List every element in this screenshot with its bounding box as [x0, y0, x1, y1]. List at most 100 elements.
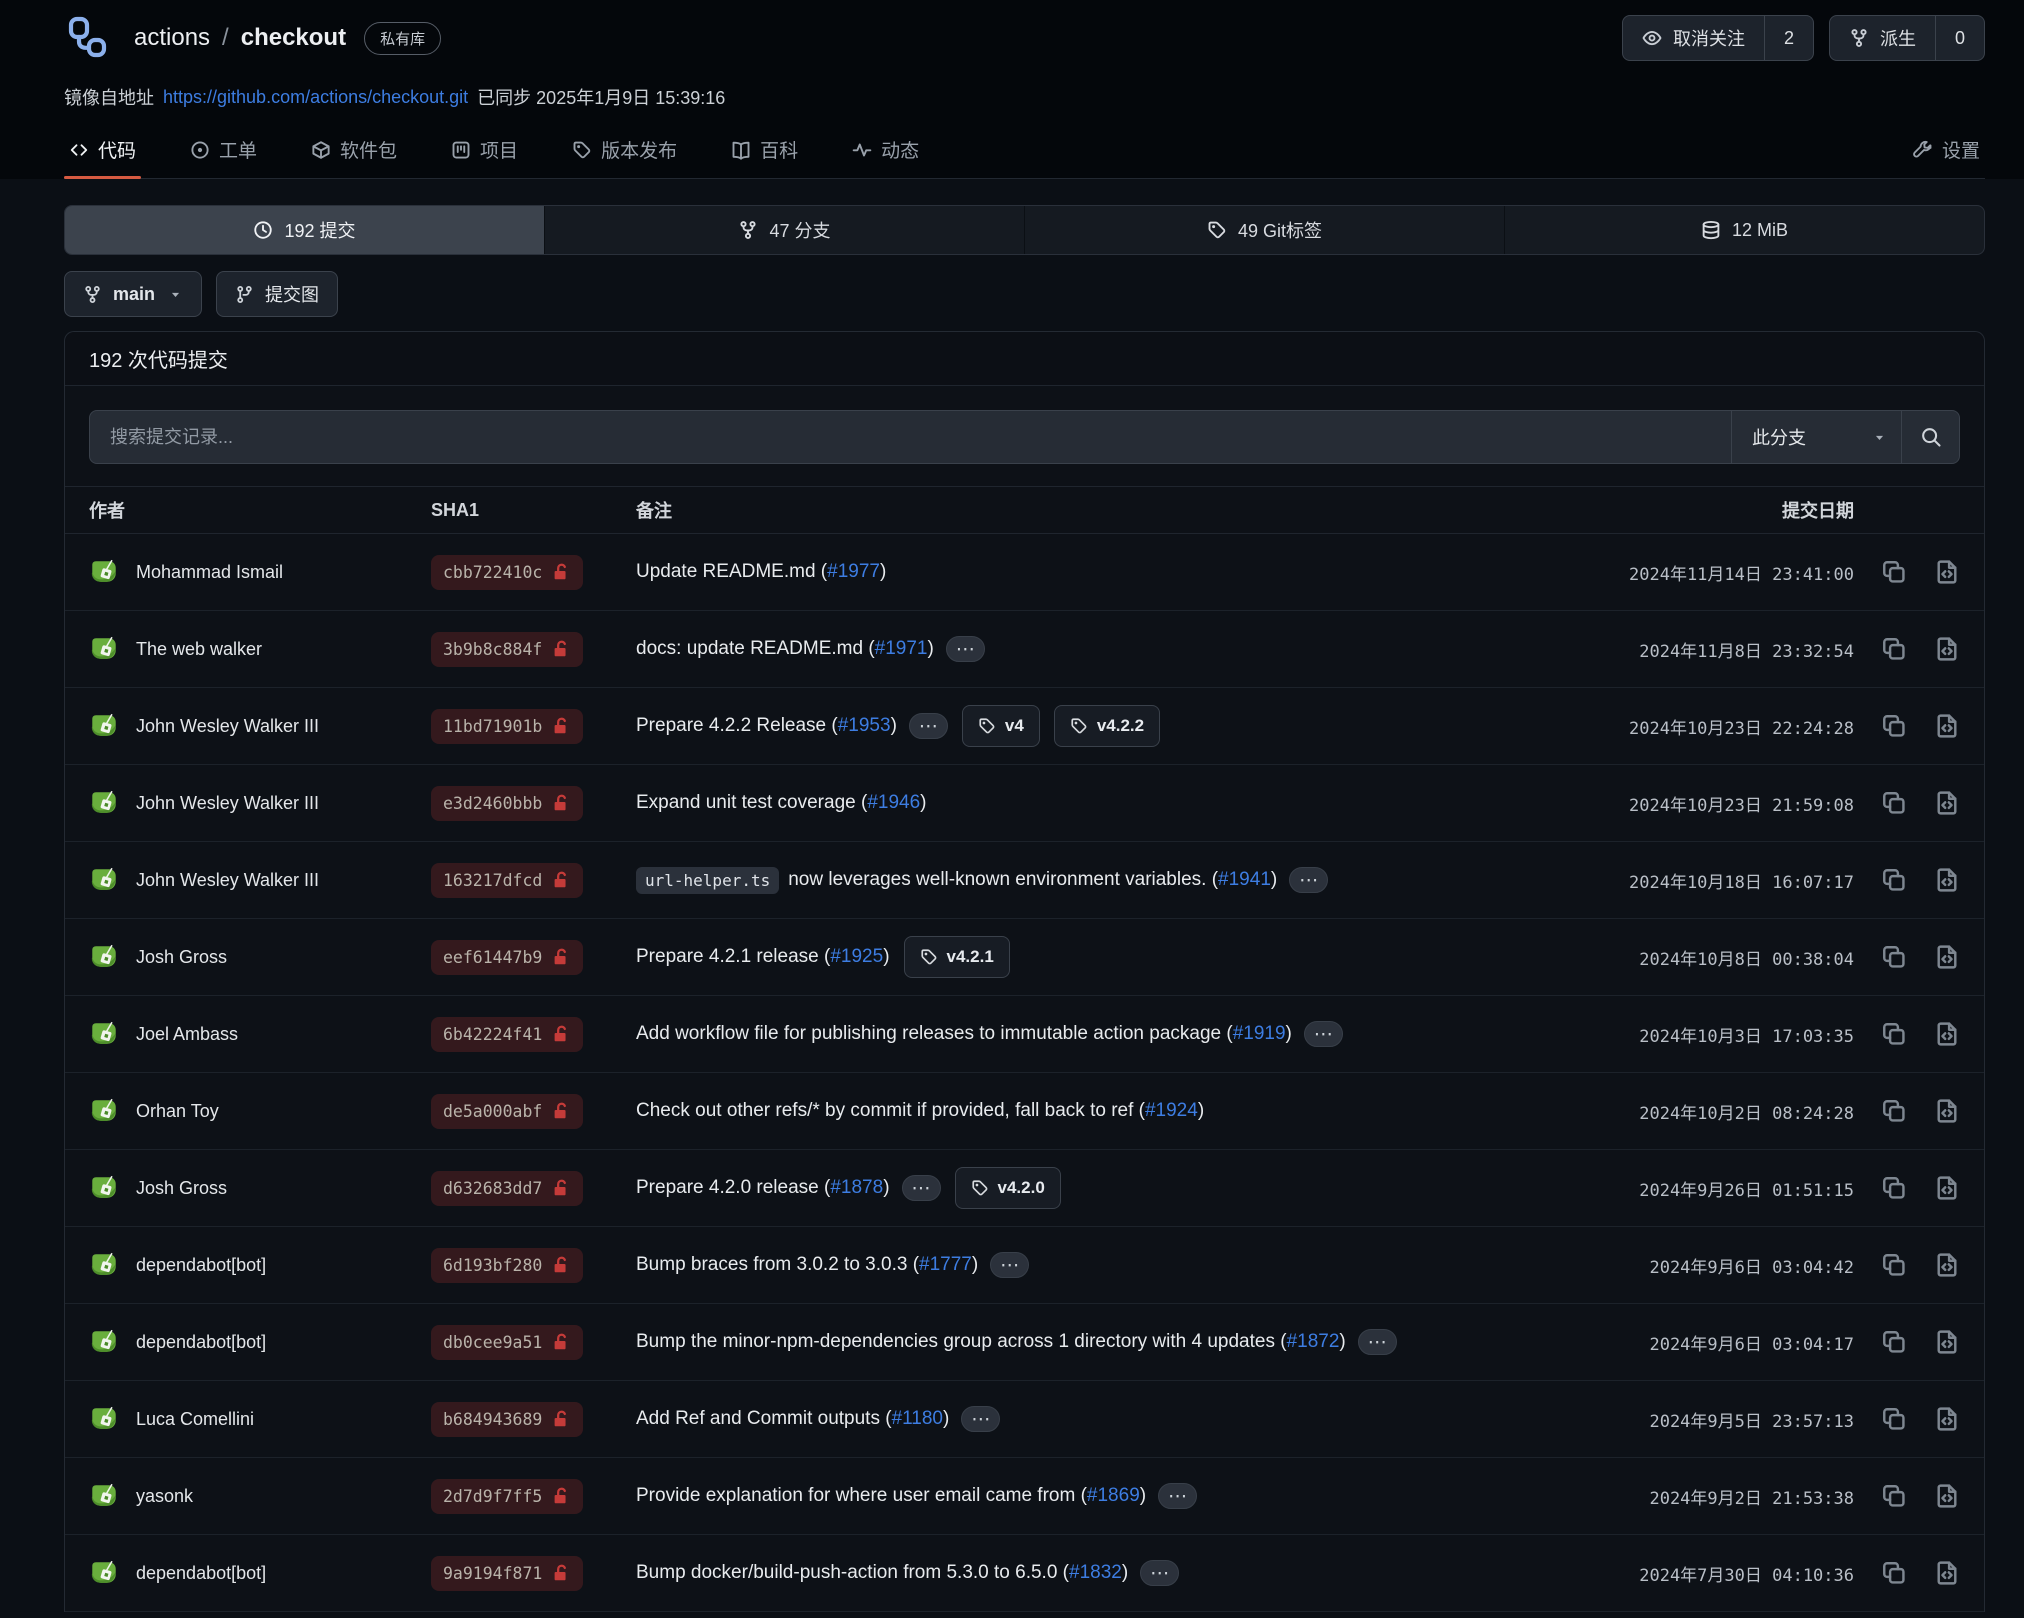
- issue-link[interactable]: #1869: [1087, 1485, 1140, 1507]
- tab-releases[interactable]: 版本发布: [567, 124, 682, 178]
- author-avatar[interactable]: [89, 557, 119, 587]
- commit-message-expand-button[interactable]: ⋯: [946, 636, 985, 662]
- unwatch-button[interactable]: 取消关注 2: [1622, 15, 1814, 61]
- commit-sha-badge[interactable]: e3d2460bbb: [431, 786, 583, 821]
- view-file-at-commit-button[interactable]: [1934, 1175, 1960, 1201]
- commit-sha-badge[interactable]: 3b9b8c884f: [431, 632, 583, 667]
- issue-link[interactable]: #1953: [838, 715, 891, 737]
- view-file-at-commit-button[interactable]: [1934, 1483, 1960, 1509]
- commit-sha-badge[interactable]: 9a9194f871: [431, 1556, 583, 1591]
- tab-activity[interactable]: 动态: [847, 124, 924, 178]
- copy-sha-button[interactable]: [1881, 867, 1907, 893]
- watchers-count[interactable]: 2: [1764, 16, 1813, 60]
- view-file-at-commit-button[interactable]: [1934, 1329, 1960, 1355]
- org-link[interactable]: actions: [134, 24, 210, 52]
- view-file-at-commit-button[interactable]: [1934, 944, 1960, 970]
- commit-search-input[interactable]: [90, 411, 1731, 463]
- git-tag-button[interactable]: v4.2.0: [955, 1167, 1061, 1209]
- copy-sha-button[interactable]: [1881, 713, 1907, 739]
- author-avatar[interactable]: [89, 1558, 119, 1588]
- author-avatar[interactable]: [89, 1173, 119, 1203]
- issue-link[interactable]: #1777: [919, 1254, 972, 1276]
- copy-sha-button[interactable]: [1881, 790, 1907, 816]
- view-file-at-commit-button[interactable]: [1934, 713, 1960, 739]
- author-avatar[interactable]: [89, 1404, 119, 1434]
- author-name[interactable]: John Wesley Walker III: [136, 870, 319, 891]
- author-name[interactable]: yasonk: [136, 1486, 193, 1507]
- tab-settings[interactable]: 设置: [1908, 124, 1985, 178]
- search-submit-button[interactable]: [1901, 411, 1959, 463]
- commit-sha-badge[interactable]: 6b42224f41: [431, 1017, 583, 1052]
- commit-message-expand-button[interactable]: ⋯: [1304, 1021, 1343, 1047]
- tab-wiki[interactable]: 百科: [726, 124, 803, 178]
- author-avatar[interactable]: [89, 865, 119, 895]
- author-avatar[interactable]: [89, 1481, 119, 1511]
- author-name[interactable]: Josh Gross: [136, 947, 227, 968]
- commit-sha-badge[interactable]: 6d193bf280: [431, 1248, 583, 1283]
- issue-link[interactable]: #1977: [827, 561, 880, 583]
- stat-branches[interactable]: 47 分支: [544, 206, 1024, 254]
- commit-sha-badge[interactable]: d632683dd7: [431, 1171, 583, 1206]
- branch-scope-dropdown[interactable]: 此分支: [1731, 411, 1901, 463]
- author-avatar[interactable]: [89, 1250, 119, 1280]
- author-name[interactable]: Joel Ambass: [136, 1024, 238, 1045]
- commit-sha-badge[interactable]: eef61447b9: [431, 940, 583, 975]
- commit-message-expand-button[interactable]: ⋯: [1289, 867, 1328, 893]
- commit-message-expand-button[interactable]: ⋯: [1140, 1560, 1179, 1586]
- commit-sha-badge[interactable]: cbb722410c: [431, 555, 583, 590]
- branch-selector[interactable]: main: [64, 271, 202, 317]
- author-avatar[interactable]: [89, 1096, 119, 1126]
- commit-sha-badge[interactable]: de5a000abf: [431, 1094, 583, 1129]
- copy-sha-button[interactable]: [1881, 1329, 1907, 1355]
- author-name[interactable]: John Wesley Walker III: [136, 793, 319, 814]
- copy-sha-button[interactable]: [1881, 1483, 1907, 1509]
- tab-code[interactable]: 代码: [64, 124, 141, 178]
- author-name[interactable]: dependabot[bot]: [136, 1563, 266, 1584]
- view-file-at-commit-button[interactable]: [1934, 1021, 1960, 1047]
- view-file-at-commit-button[interactable]: [1934, 867, 1960, 893]
- author-name[interactable]: The web walker: [136, 639, 262, 660]
- issue-link[interactable]: #1946: [867, 792, 920, 814]
- author-name[interactable]: Orhan Toy: [136, 1101, 219, 1122]
- commit-message-expand-button[interactable]: ⋯: [1358, 1329, 1397, 1355]
- commit-message-expand-button[interactable]: ⋯: [1158, 1483, 1197, 1509]
- view-file-at-commit-button[interactable]: [1934, 1098, 1960, 1124]
- git-tag-button[interactable]: v4.2.1: [904, 936, 1010, 978]
- issue-link[interactable]: #1925: [830, 946, 883, 968]
- view-file-at-commit-button[interactable]: [1934, 1406, 1960, 1432]
- commit-sha-badge[interactable]: b684943689: [431, 1402, 583, 1437]
- tab-packages[interactable]: 软件包: [306, 124, 402, 178]
- stat-repo-size[interactable]: 12 MiB: [1504, 206, 1984, 254]
- copy-sha-button[interactable]: [1881, 1175, 1907, 1201]
- author-name[interactable]: dependabot[bot]: [136, 1332, 266, 1353]
- commit-message-expand-button[interactable]: ⋯: [902, 1175, 941, 1201]
- view-file-at-commit-button[interactable]: [1934, 1560, 1960, 1586]
- git-tag-button[interactable]: v4: [962, 705, 1040, 747]
- tab-issues[interactable]: 工单: [185, 124, 262, 178]
- copy-sha-button[interactable]: [1881, 1560, 1907, 1586]
- author-avatar[interactable]: [89, 1327, 119, 1357]
- view-file-at-commit-button[interactable]: [1934, 790, 1960, 816]
- fork-button[interactable]: 派生 0: [1829, 15, 1985, 61]
- copy-sha-button[interactable]: [1881, 1021, 1907, 1047]
- view-file-at-commit-button[interactable]: [1934, 1252, 1960, 1278]
- commit-sha-badge[interactable]: 11bd71901b: [431, 709, 583, 744]
- author-name[interactable]: John Wesley Walker III: [136, 716, 319, 737]
- forks-count[interactable]: 0: [1935, 16, 1984, 60]
- copy-sha-button[interactable]: [1881, 559, 1907, 585]
- commit-message-expand-button[interactable]: ⋯: [909, 713, 948, 739]
- copy-sha-button[interactable]: [1881, 1098, 1907, 1124]
- copy-sha-button[interactable]: [1881, 944, 1907, 970]
- issue-link[interactable]: #1872: [1287, 1331, 1340, 1353]
- repo-link[interactable]: checkout: [241, 24, 346, 52]
- author-name[interactable]: Mohammad Ismail: [136, 562, 283, 583]
- author-avatar[interactable]: [89, 634, 119, 664]
- author-avatar[interactable]: [89, 942, 119, 972]
- issue-link[interactable]: #1919: [1233, 1023, 1286, 1045]
- author-name[interactable]: Josh Gross: [136, 1178, 227, 1199]
- stat-git-tags[interactable]: 49 Git标签: [1024, 206, 1504, 254]
- view-file-at-commit-button[interactable]: [1934, 636, 1960, 662]
- issue-link[interactable]: #1924: [1145, 1100, 1198, 1122]
- git-tag-button[interactable]: v4.2.2: [1054, 705, 1160, 747]
- commit-message-expand-button[interactable]: ⋯: [990, 1252, 1029, 1278]
